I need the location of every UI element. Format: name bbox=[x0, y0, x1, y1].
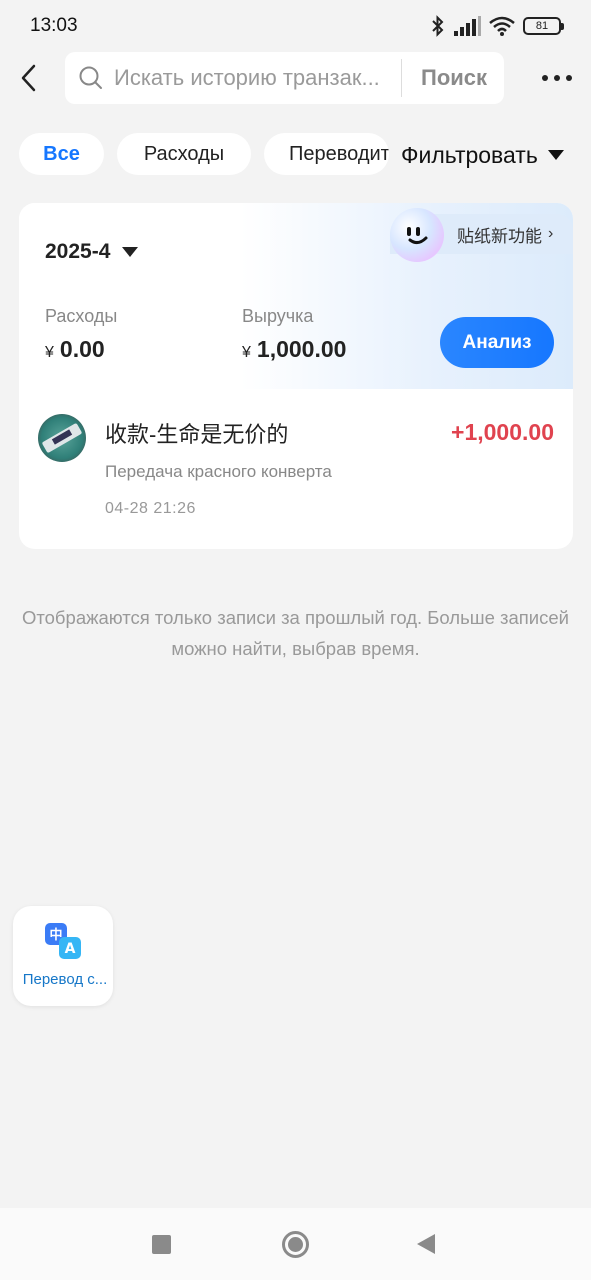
back-icon[interactable] bbox=[14, 60, 46, 96]
home-icon[interactable] bbox=[282, 1231, 309, 1258]
translate-widget[interactable]: 中 A Перевод с... bbox=[13, 906, 113, 1006]
month-card: 贴纸新功能 › 2025-4 Расходы ¥0.00 Выручка ¥1,… bbox=[19, 203, 573, 549]
sticker-mascot-icon bbox=[390, 208, 444, 262]
revenue-value: ¥1,000.00 bbox=[242, 336, 346, 363]
dropdown-triangle-icon bbox=[122, 247, 139, 257]
chip-all[interactable]: Все bbox=[19, 133, 104, 175]
expenses-value: ¥0.00 bbox=[45, 336, 117, 363]
search-divider bbox=[401, 59, 402, 97]
currency-symbol: ¥ bbox=[242, 344, 251, 361]
status-bar: 13:03 81 bbox=[0, 0, 591, 52]
svg-text:A: A bbox=[65, 941, 76, 957]
transaction-row[interactable]: 收款-生命是无价的 +1,000.00 Передача красного ко… bbox=[19, 389, 573, 549]
system-nav-bar bbox=[0, 1208, 591, 1280]
expenses-label: Расходы bbox=[45, 306, 118, 326]
transaction-avatar bbox=[38, 414, 86, 462]
sticker-feature-banner[interactable]: 贴纸新功能 › bbox=[390, 208, 573, 262]
status-time: 13:03 bbox=[30, 15, 78, 36]
search-icon bbox=[79, 66, 102, 89]
wifi-icon bbox=[489, 16, 515, 36]
revenue-label: Выручка bbox=[242, 306, 314, 326]
filter-button[interactable]: Фильтровать bbox=[399, 139, 564, 171]
month-label: 2025-4 bbox=[45, 240, 111, 263]
translate-widget-label: Перевод с... bbox=[22, 971, 108, 988]
transaction-amount: +1,000.00 bbox=[451, 419, 554, 445]
currency-symbol: ¥ bbox=[45, 344, 54, 361]
signal-icon bbox=[454, 16, 481, 36]
filter-label: Фильтровать bbox=[401, 141, 538, 168]
dropdown-triangle-icon bbox=[547, 150, 564, 160]
chip-transfers[interactable]: Переводить bbox=[264, 133, 389, 175]
month-selector[interactable]: 2025-4 bbox=[45, 240, 139, 264]
bluetooth-icon bbox=[432, 15, 444, 37]
transaction-subtitle: Передача красного конверта bbox=[105, 462, 332, 481]
search-input[interactable] bbox=[114, 65, 389, 91]
more-options-icon[interactable] bbox=[537, 66, 577, 90]
top-bar: Поиск bbox=[0, 52, 591, 104]
chip-expenses[interactable]: Расходы bbox=[117, 133, 251, 175]
records-hint: Отображаются только записи за прошлый го… bbox=[21, 607, 569, 659]
transaction-title: 收款-生命是无价的 bbox=[105, 422, 289, 447]
recent-apps-icon[interactable] bbox=[152, 1235, 171, 1254]
expenses-amount: 0.00 bbox=[59, 336, 105, 362]
expenses-stat: Расходы ¥0.00 bbox=[45, 306, 117, 363]
battery-icon: 81 bbox=[523, 17, 564, 35]
status-icons: 81 bbox=[431, 15, 564, 37]
back-triangle-icon[interactable] bbox=[417, 1234, 435, 1254]
analyze-button[interactable]: Анализ bbox=[440, 317, 554, 368]
chevron-right-icon: › bbox=[548, 225, 554, 242]
search-button[interactable]: Поиск bbox=[421, 65, 487, 91]
transaction-time: 04-28 21:26 bbox=[105, 500, 196, 517]
translate-icon: 中 A bbox=[45, 923, 81, 959]
sticker-banner-text: 贴纸新功能 bbox=[457, 226, 542, 246]
filter-chips: Все Расходы Переводить Фильтровать bbox=[0, 133, 591, 177]
search-box[interactable]: Поиск bbox=[65, 52, 504, 104]
revenue-stat: Выручка ¥1,000.00 bbox=[242, 306, 346, 363]
revenue-amount: 1,000.00 bbox=[256, 336, 347, 362]
